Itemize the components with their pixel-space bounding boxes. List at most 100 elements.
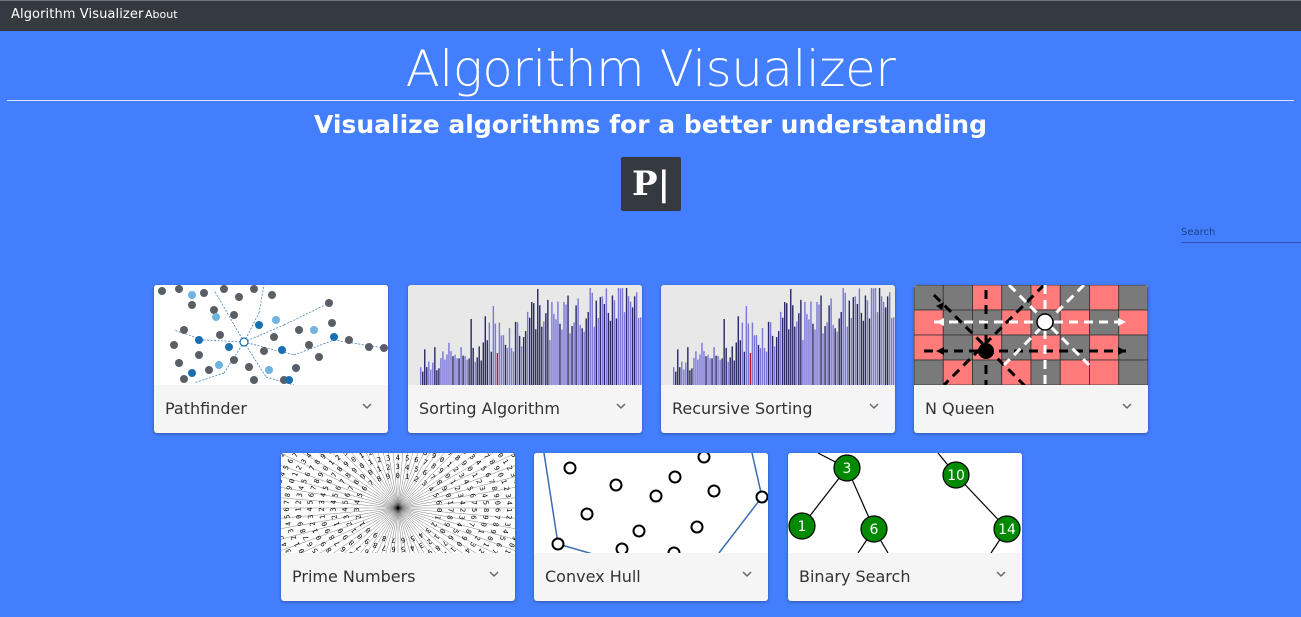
spiral-digit: 9	[385, 472, 391, 481]
spiral-digit: 0	[493, 500, 501, 505]
sort-bar	[816, 301, 818, 385]
chevron-down-icon[interactable]	[740, 567, 754, 581]
chevron-down-icon[interactable]	[487, 567, 501, 581]
card-convex-hull[interactable]: Convex Hull	[534, 453, 768, 601]
sort-bar	[715, 355, 717, 385]
spiral-digit: 9	[430, 453, 437, 461]
sort-bar	[681, 361, 683, 385]
spiral-digit: 8	[435, 478, 444, 486]
spiral-digit: 5	[282, 464, 291, 471]
spiral-digit: 2	[458, 508, 466, 512]
spiral-digit: 4	[426, 485, 435, 493]
spiral-digit: 7	[381, 543, 387, 552]
sort-bar	[490, 351, 493, 385]
board-cell	[1089, 285, 1120, 311]
card-sorting-algorithm[interactable]: Sorting Algorithm	[408, 285, 642, 433]
spiral-digit: 7	[487, 478, 496, 485]
chevron-down-icon[interactable]	[1120, 399, 1134, 413]
sort-bar	[589, 288, 591, 385]
spiral-digit: 5	[405, 454, 410, 462]
sort-bar	[884, 307, 887, 385]
card-pathfinder[interactable]: Pathfinder	[154, 285, 388, 433]
sort-bar	[719, 359, 721, 385]
sort-bar	[788, 329, 790, 385]
spiral-digit: 2	[367, 453, 374, 457]
sort-bar	[751, 322, 754, 385]
sort-bar	[862, 320, 865, 385]
sort-bar	[870, 288, 873, 385]
sort-bar	[535, 329, 537, 385]
top-navbar: Algorithm Visualizer About	[0, 0, 1301, 31]
nav-about-link[interactable]: About	[145, 8, 178, 21]
card-n-queen[interactable]: N Queen	[914, 285, 1148, 433]
chevron-down-icon[interactable]	[867, 399, 881, 413]
sort-bar	[779, 311, 782, 385]
sort-bar	[522, 337, 525, 385]
binary-search-tree-image: 3 10 1 6 14	[788, 453, 1021, 553]
sort-bar	[573, 322, 575, 385]
sort-bar	[631, 307, 634, 385]
sort-bar	[627, 296, 630, 385]
spiral-digit: 5	[281, 534, 286, 541]
sort-bar	[840, 312, 842, 385]
sort-bar	[619, 288, 622, 385]
spiral-digit: 5	[498, 535, 507, 542]
sort-bar	[472, 347, 474, 385]
spiral-digit: 5	[514, 486, 515, 492]
sort-bar	[500, 335, 503, 385]
spiral-digit: 7	[330, 471, 339, 479]
spiral-ray	[397, 453, 408, 509]
spiral-digit: 8	[482, 508, 490, 512]
navbar-brand[interactable]: Algorithm Visualizer	[11, 7, 143, 22]
spiral-digit: 6	[286, 458, 295, 465]
card-binary-search[interactable]: 3 10 1 6 14 Binary Search	[788, 453, 1022, 601]
chevron-down-icon[interactable]	[994, 567, 1008, 581]
sort-bar	[456, 358, 458, 385]
card-prime-numbers[interactable]: 0123456789012345678901234567890123456789…	[281, 453, 515, 601]
card-recursive-sorting[interactable]: Recursive Sorting	[661, 285, 895, 433]
sort-bar	[436, 370, 438, 385]
sort-bar	[464, 355, 466, 385]
sort-bar	[699, 354, 701, 385]
sort-bar	[518, 335, 521, 385]
spiral-digit: 4	[405, 463, 410, 471]
board-cell	[1118, 285, 1148, 311]
sort-bar	[603, 303, 606, 385]
spiral-digit: 3	[296, 492, 305, 497]
spiral-digit: 0	[297, 547, 306, 553]
spiral-digit: 0	[438, 455, 446, 464]
sort-bar	[512, 351, 515, 385]
sort-bar	[806, 313, 808, 385]
sort-bar	[444, 359, 446, 385]
spiral-digit: 5	[300, 478, 309, 485]
search-field[interactable]	[1181, 222, 1301, 243]
sort-bar	[882, 301, 885, 385]
spiral-digit: 5	[465, 485, 474, 492]
spiral-digit: 0	[444, 492, 453, 499]
sort-bar	[703, 351, 705, 385]
sort-bar	[711, 358, 713, 385]
chevron-down-icon[interactable]	[360, 399, 374, 413]
sort-bar	[629, 301, 632, 385]
sort-bar	[617, 288, 620, 385]
spiral-digit: 9	[460, 534, 469, 542]
spiral-digit: 1	[404, 473, 410, 482]
tree-node-label: 10	[947, 468, 965, 484]
sort-bar	[872, 288, 875, 385]
search-input[interactable]	[1181, 223, 1301, 242]
sort-bar	[520, 346, 523, 385]
n-queen-thumbnail	[914, 285, 1148, 385]
chevron-down-icon[interactable]	[614, 399, 628, 413]
spiral-digit: 2	[505, 465, 514, 472]
sort-bar	[508, 328, 511, 385]
spiral-digit: 3	[395, 463, 400, 471]
sort-bar	[462, 355, 464, 385]
spiral-digit: 2	[281, 485, 282, 491]
spiral-digit: 3	[284, 547, 293, 553]
spiral-digit: 4	[480, 493, 489, 499]
spiral-digit: 7	[428, 473, 436, 482]
sort-bar	[587, 312, 589, 385]
spiral-digit: 8	[313, 478, 322, 485]
spiral-digit: 2	[376, 456, 383, 465]
sort-bar	[892, 317, 895, 385]
